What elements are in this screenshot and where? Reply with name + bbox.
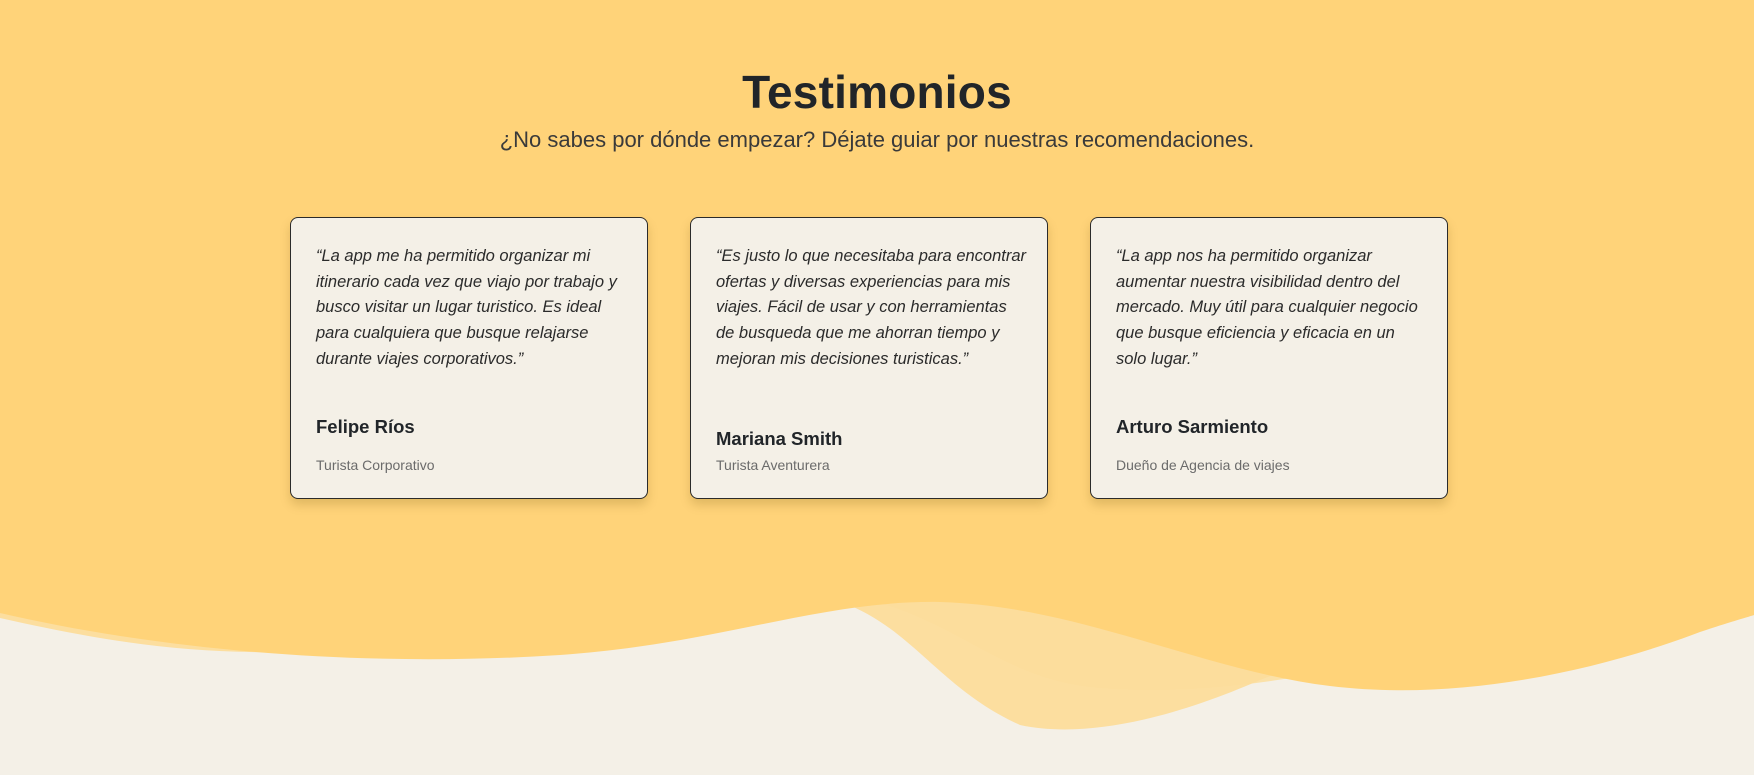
testimonial-author-role: Turista Aventurera <box>716 457 830 473</box>
testimonials-section: Testimonios ¿No sabes por dónde empezar?… <box>0 0 1754 775</box>
testimonial-card: “Es justo lo que necesitaba para encontr… <box>690 217 1048 499</box>
testimonial-cards: “La app me ha permitido organizar mi iti… <box>290 217 1450 501</box>
testimonial-author-role: Dueño de Agencia de viajes <box>1116 457 1290 473</box>
testimonial-quote: “La app me ha permitido organizar mi iti… <box>316 247 617 368</box>
testimonial-card: “La app nos ha permitido organizar aumen… <box>1090 217 1448 499</box>
testimonial-quote: “Es justo lo que necesitaba para encontr… <box>716 247 1027 368</box>
section-title: Testimonios <box>742 66 1012 118</box>
testimonial-author-role: Turista Corporativo <box>316 457 435 473</box>
testimonial-card: “La app me ha permitido organizar mi iti… <box>290 217 648 499</box>
testimonial-quote: “La app nos ha permitido organizar aumen… <box>1116 247 1418 368</box>
testimonial-author-name: Mariana Smith <box>716 428 843 449</box>
section-subtitle: ¿No sabes por dónde empezar? Déjate guia… <box>499 127 1255 152</box>
testimonial-author-name: Arturo Sarmiento <box>1116 416 1269 437</box>
testimonial-author-name: Felipe Ríos <box>316 416 415 437</box>
